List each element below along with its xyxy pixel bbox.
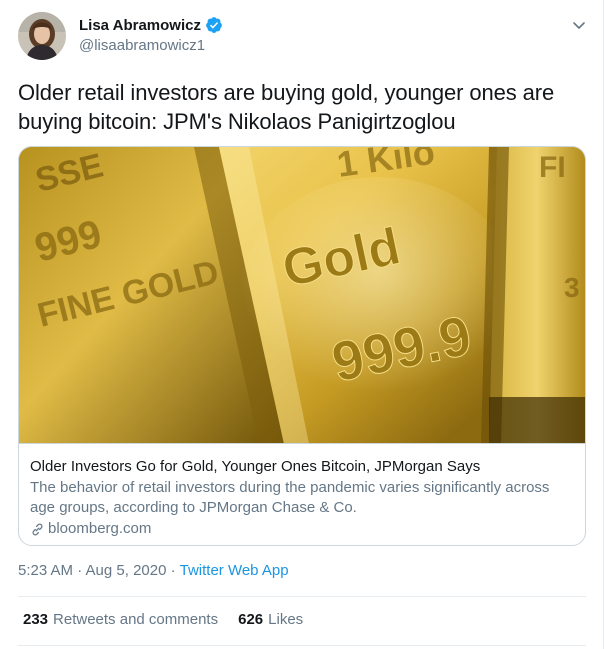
link-card[interactable]: SSE 999 FINE GOLD 1 Kilo Gold 999.9 FI 3… <box>18 146 586 546</box>
card-domain-text: bloomberg.com <box>48 520 152 537</box>
stamp-right-mid: 3 <box>564 272 580 303</box>
retweets-stat[interactable]: 233 Retweets and comments <box>23 611 218 628</box>
likes-count: 626 <box>238 611 264 628</box>
tweet-stats: 233 Retweets and comments 626 Likes <box>23 611 323 628</box>
card-domain: bloomberg.com <box>30 519 576 539</box>
verified-badge-icon <box>205 16 223 34</box>
stamp-right-top: FI <box>539 151 566 184</box>
display-name[interactable]: Lisa Abramowicz <box>79 17 201 34</box>
divider <box>18 596 586 597</box>
likes-stat[interactable]: 626 Likes <box>238 611 303 628</box>
card-body: Older Investors Go for Gold, Younger One… <box>30 457 576 539</box>
source-link[interactable]: Twitter Web App <box>180 562 289 579</box>
tweet-text: Older retail investors are buying gold, … <box>18 80 555 134</box>
avatar[interactable] <box>18 12 66 60</box>
likes-label: Likes <box>268 611 304 628</box>
card-description: The behavior of retail investors during … <box>30 479 550 516</box>
link-icon <box>32 523 43 535</box>
divider-bottom <box>18 645 586 646</box>
card-title: Older Investors Go for Gold, Younger One… <box>30 458 481 475</box>
tweet: Lisa Abramowicz @lisaabramowicz1 Older r… <box>0 0 604 649</box>
card-image: SSE 999 FINE GOLD 1 Kilo Gold 999.9 FI 3 <box>19 147 585 444</box>
name-row: Lisa Abramowicz <box>79 16 223 34</box>
tweet-header: Lisa Abramowicz @lisaabramowicz1 <box>18 12 590 64</box>
retweets-count: 233 <box>23 611 49 628</box>
handle[interactable]: @lisaabramowicz1 <box>79 37 205 54</box>
tweet-meta: 5:23 AM · Aug 5, 2020 · Twitter Web App <box>18 562 289 579</box>
retweets-label: Retweets and comments <box>53 611 219 628</box>
timestamp[interactable]: 5:23 AM · Aug 5, 2020 · <box>18 562 176 579</box>
chevron-down-icon[interactable] <box>570 16 588 34</box>
